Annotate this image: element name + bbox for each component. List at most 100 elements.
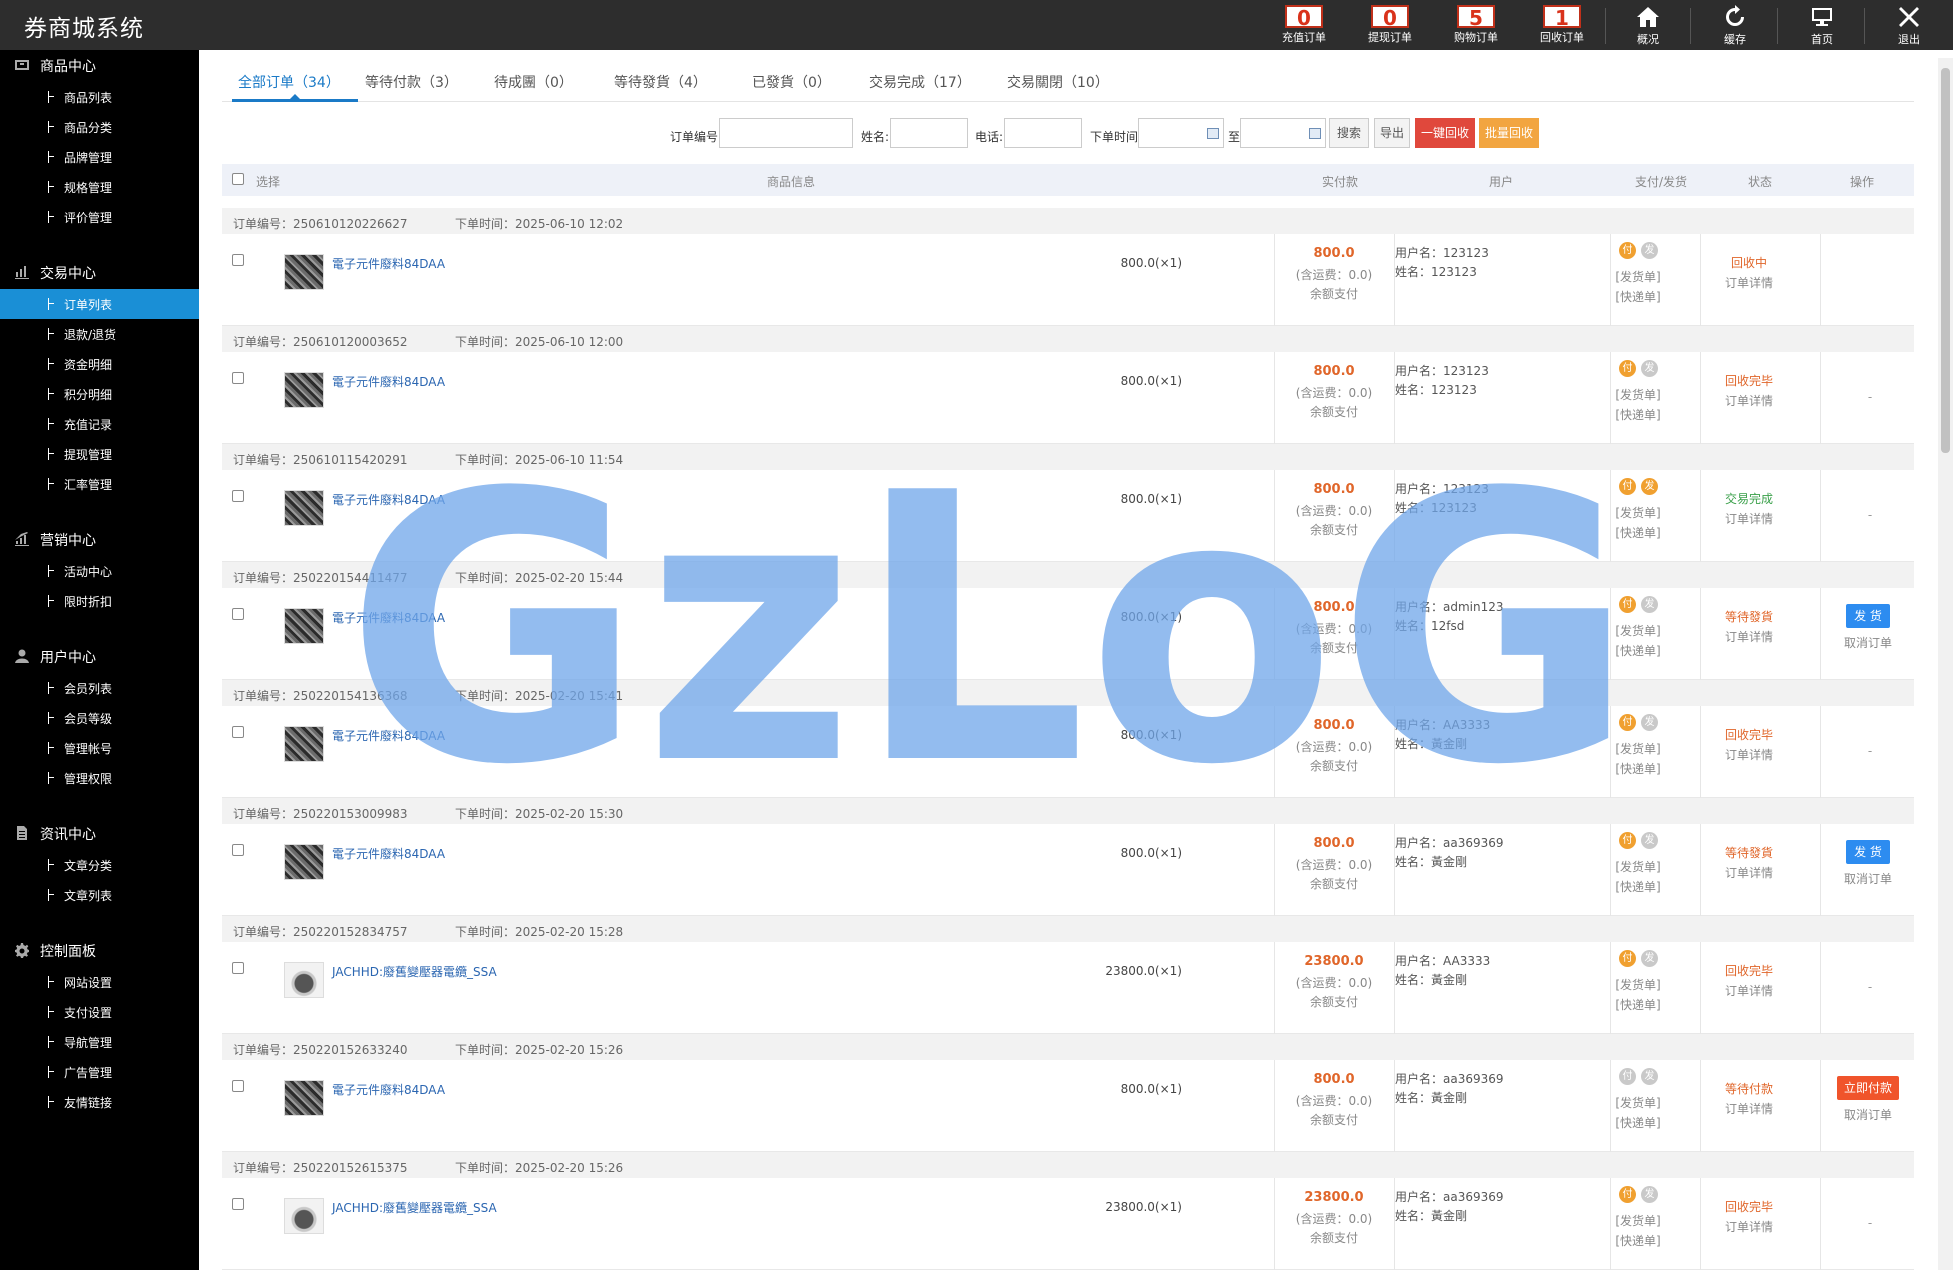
product-thumbnail[interactable] [284,372,324,408]
ship-button[interactable]: 发 货 [1846,604,1890,628]
sidebar-item-管理权限[interactable]: 管理权限 [0,763,199,793]
sidebar-item-积分明细[interactable]: 积分明细 [0,379,199,409]
order-detail-link[interactable]: 订单详情 [1709,510,1789,527]
export-button[interactable]: 导出 [1374,118,1410,148]
order-detail-link[interactable]: 订单详情 [1709,746,1789,763]
order-checkbox[interactable] [232,1080,244,1092]
sidebar-item-导航管理[interactable]: 导航管理 [0,1027,199,1057]
product-link[interactable]: JACHHD:廢舊變壓器電纜_SSA [332,1199,497,1216]
express-slip-link[interactable]: [快递单] [1608,878,1668,895]
counter-1[interactable]: 0 提现订单 [1347,0,1433,50]
product-thumbnail[interactable] [284,608,324,644]
sidebar-item-规格管理[interactable]: 规格管理 [0,172,199,202]
product-link[interactable]: JACHHD:廢舊變壓器電纜_SSA [332,963,497,980]
sidebar-group-1[interactable]: 交易中心 [0,257,199,287]
action-缓存[interactable]: 缓存 [1692,0,1778,50]
tab-4[interactable]: 已發貨（0） [752,72,831,92]
select-all-checkbox[interactable] [232,173,244,185]
action-首页[interactable]: 首页 [1779,0,1865,50]
ship-slip-link[interactable]: [发货单] [1608,858,1668,875]
order-detail-link[interactable]: 订单详情 [1709,864,1789,881]
order-detail-link[interactable]: 订单详情 [1709,628,1789,645]
sidebar-item-汇率管理[interactable]: 汇率管理 [0,469,199,499]
calendar-icon[interactable] [1309,128,1321,139]
sidebar-item-提现管理[interactable]: 提现管理 [0,439,199,469]
sidebar-item-品牌管理[interactable]: 品牌管理 [0,142,199,172]
express-slip-link[interactable]: [快递单] [1608,288,1668,305]
product-link[interactable]: 電子元件廢料84DAA [332,255,445,272]
order-detail-link[interactable]: 订单详情 [1709,1100,1789,1117]
express-slip-link[interactable]: [快递单] [1608,1232,1668,1249]
cancel-order-link[interactable]: 取消订单 [1832,634,1904,651]
express-slip-link[interactable]: [快递单] [1608,524,1668,541]
product-link[interactable]: 電子元件廢料84DAA [332,609,445,626]
order-detail-link[interactable]: 订单详情 [1709,274,1789,291]
name-input[interactable] [890,118,968,148]
counter-0[interactable]: 0 充值订单 [1261,0,1347,50]
product-link[interactable]: 電子元件廢料84DAA [332,491,445,508]
sidebar-item-支付设置[interactable]: 支付设置 [0,997,199,1027]
cancel-order-link[interactable]: 取消订单 [1832,870,1904,887]
sidebar-group-4[interactable]: 资讯中心 [0,818,199,848]
sidebar-item-管理帐号[interactable]: 管理帐号 [0,733,199,763]
order-detail-link[interactable]: 订单详情 [1709,392,1789,409]
one-click-recycle-button[interactable]: 一键回收 [1415,118,1475,148]
order-no-input[interactable] [719,118,853,148]
sidebar-item-会员等级[interactable]: 会员等级 [0,703,199,733]
sidebar-item-友情链接[interactable]: 友情链接 [0,1087,199,1117]
sidebar-group-5[interactable]: 控制面板 [0,935,199,965]
product-link[interactable]: 電子元件廢料84DAA [332,845,445,862]
sidebar-item-评价管理[interactable]: 评价管理 [0,202,199,232]
sidebar-item-网站设置[interactable]: 网站设置 [0,967,199,997]
product-thumbnail[interactable] [284,1198,324,1234]
sidebar-item-限时折扣[interactable]: 限时折扣 [0,586,199,616]
cancel-order-link[interactable]: 取消订单 [1832,1106,1904,1123]
phone-input[interactable] [1004,118,1082,148]
order-checkbox[interactable] [232,726,244,738]
ship-slip-link[interactable]: [发货单] [1608,976,1668,993]
end-date-input[interactable] [1240,118,1326,148]
ship-slip-link[interactable]: [发货单] [1608,1212,1668,1229]
batch-recycle-button[interactable]: 批量回收 [1479,118,1539,148]
order-checkbox[interactable] [232,254,244,266]
tab-6[interactable]: 交易關閉（10） [1007,72,1109,92]
express-slip-link[interactable]: [快递单] [1608,1114,1668,1131]
ship-slip-link[interactable]: [发货单] [1608,1094,1668,1111]
ship-slip-link[interactable]: [发货单] [1608,740,1668,757]
sidebar-item-充值记录[interactable]: 充值记录 [0,409,199,439]
product-thumbnail[interactable] [284,1080,324,1116]
express-slip-link[interactable]: [快递单] [1608,996,1668,1013]
sidebar-group-0[interactable]: 商品中心 [0,50,199,80]
order-checkbox[interactable] [232,608,244,620]
order-checkbox[interactable] [232,1198,244,1210]
tab-5[interactable]: 交易完成（17） [869,72,971,92]
sidebar-item-广告管理[interactable]: 广告管理 [0,1057,199,1087]
order-checkbox[interactable] [232,490,244,502]
scrollbar[interactable] [1938,58,1953,1270]
ship-button[interactable]: 发 货 [1846,840,1890,864]
product-thumbnail[interactable] [284,254,324,290]
express-slip-link[interactable]: [快递单] [1608,760,1668,777]
order-checkbox[interactable] [232,962,244,974]
start-date-input[interactable] [1138,118,1224,148]
product-thumbnail[interactable] [284,726,324,762]
search-button[interactable]: 搜索 [1329,118,1369,148]
product-link[interactable]: 電子元件廢料84DAA [332,727,445,744]
sidebar-item-活动中心[interactable]: 活动中心 [0,556,199,586]
calendar-icon[interactable] [1207,128,1219,139]
pay-now-button[interactable]: 立即付款 [1837,1076,1899,1100]
sidebar-item-商品分类[interactable]: 商品分类 [0,112,199,142]
tab-2[interactable]: 待成團（0） [494,72,573,92]
sidebar-group-3[interactable]: 用户中心 [0,641,199,671]
sidebar-item-文章列表[interactable]: 文章列表 [0,880,199,910]
order-detail-link[interactable]: 订单详情 [1709,982,1789,999]
counter-3[interactable]: 1 回收订单 [1519,0,1605,50]
action-退出[interactable]: 退出 [1866,0,1952,50]
ship-slip-link[interactable]: [发货单] [1608,268,1668,285]
express-slip-link[interactable]: [快递单] [1608,406,1668,423]
sidebar-item-资金明细[interactable]: 资金明细 [0,349,199,379]
product-thumbnail[interactable] [284,962,324,998]
counter-2[interactable]: 5 购物订单 [1433,0,1519,50]
ship-slip-link[interactable]: [发货单] [1608,622,1668,639]
tab-0[interactable]: 全部订单（34） [238,72,340,92]
